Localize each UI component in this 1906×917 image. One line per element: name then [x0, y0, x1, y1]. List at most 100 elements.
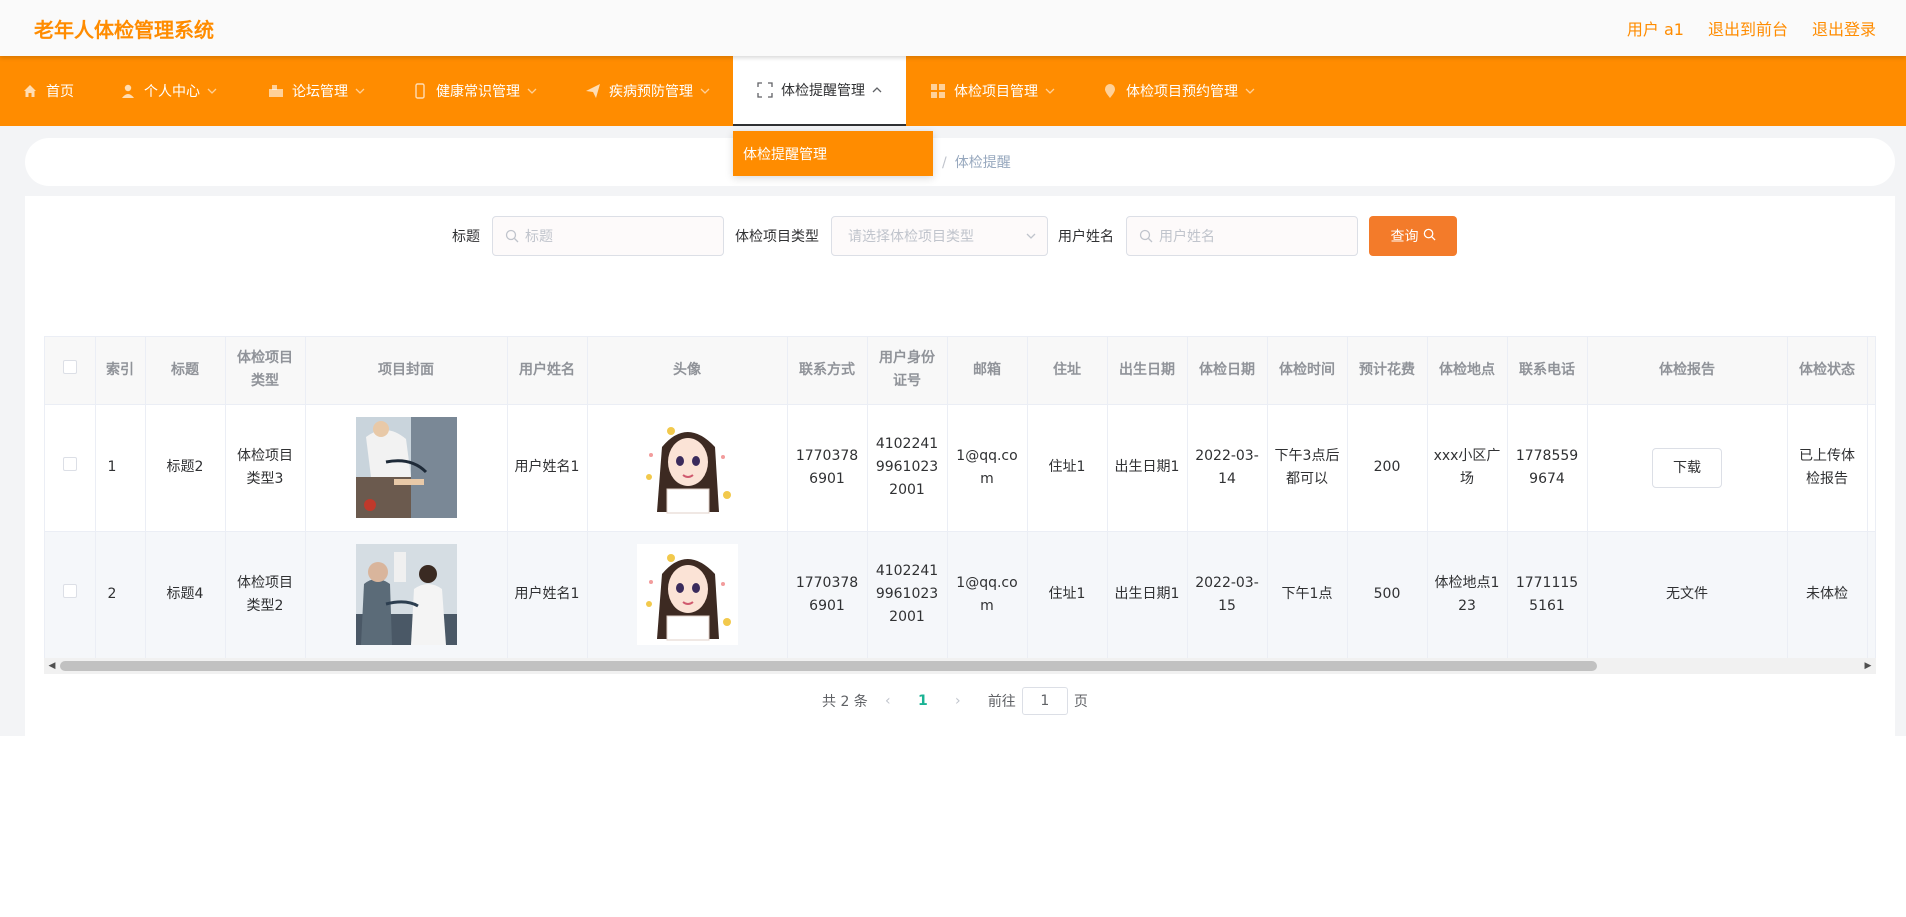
send-icon — [585, 83, 601, 99]
cell-avatar — [587, 404, 788, 532]
horizontal-scrollbar[interactable]: ◀ ▶ — [44, 658, 1876, 674]
type-select[interactable]: 请选择体检项目类型 — [831, 216, 1048, 256]
cell-type: 体检项目类型2 — [225, 531, 306, 659]
column-header: 联系方式 — [787, 337, 868, 405]
scrollbar-thumb[interactable] — [60, 661, 1597, 671]
nav-item-booking[interactable]: 体检项目预约管理 — [1102, 56, 1256, 126]
pagination: 共 2 条 ‹ 1 › 前往 1 页 — [822, 687, 1088, 715]
row-checkbox[interactable] — [62, 584, 77, 598]
select-all-cell[interactable] — [45, 337, 96, 405]
cell-exam-date: 2022-03-15 — [1187, 531, 1268, 659]
nav-item-health-knowledge[interactable]: 健康常识管理 — [412, 56, 538, 126]
nav-label: 体检提醒管理 — [781, 83, 865, 99]
type-label: 体检项目类型 — [735, 229, 819, 245]
query-button[interactable]: 查询 — [1369, 216, 1457, 256]
phone-icon — [412, 83, 428, 99]
column-header: 索引 — [95, 337, 146, 405]
cell-status: 未体检 — [1787, 531, 1868, 659]
cell-location: 体检地点123 — [1427, 531, 1508, 659]
page-number[interactable]: 1 — [908, 693, 938, 709]
select-all-checkbox[interactable] — [62, 359, 77, 374]
row-checkbox[interactable] — [62, 457, 77, 471]
column-header-extra — [1867, 337, 1875, 405]
location-icon — [1102, 83, 1118, 99]
column-header: 邮箱 — [947, 337, 1028, 405]
table-row: 2 标题4 体检项目类型2 用户姓名1 17703786901 41022419… — [45, 531, 1875, 659]
chevron-down-icon — [206, 85, 218, 97]
chevron-down-icon — [526, 85, 538, 97]
cell-cover — [305, 404, 508, 532]
title-placeholder: 标题 — [525, 229, 553, 245]
cell-birth: 出生日期1 — [1107, 404, 1188, 532]
cell-title: 标题4 — [145, 531, 226, 659]
chevron-down-icon — [1044, 85, 1056, 97]
scroll-left-arrow-icon[interactable]: ◀ — [44, 658, 60, 674]
nav-label: 体检项目管理 — [954, 84, 1038, 100]
cell-location: xxx小区广场 — [1427, 404, 1508, 532]
next-page-icon[interactable]: › — [938, 693, 978, 709]
top-links: 用户 a1 退出到前台 退出登录 — [1627, 16, 1876, 40]
search-icon — [1423, 228, 1436, 245]
breadcrumb-separator: / — [942, 155, 947, 171]
username-input[interactable]: 用户姓名 — [1126, 216, 1358, 256]
goto-page-input[interactable]: 1 — [1021, 687, 1068, 715]
column-header: 预计花费 — [1347, 337, 1428, 405]
column-header: 项目封面 — [305, 337, 508, 405]
cell-cost: 500 — [1347, 531, 1428, 659]
nav-label: 健康常识管理 — [436, 84, 520, 100]
nav-item-disease-prevention[interactable]: 疾病预防管理 — [585, 56, 711, 126]
scroll-right-arrow-icon[interactable]: ▶ — [1860, 658, 1876, 674]
user-placeholder: 用户姓名 — [1159, 229, 1215, 245]
cell-id-card: 410224199610232001 — [867, 404, 948, 532]
nav-label: 个人中心 — [144, 84, 200, 100]
cell-index: 2 — [95, 531, 146, 659]
column-header: 体检报告 — [1587, 337, 1788, 405]
nav-item-personal[interactable]: 个人中心 — [120, 56, 218, 126]
fullscreen-icon — [757, 82, 773, 98]
title-label: 标题 — [452, 229, 480, 245]
column-header: 联系电话 — [1507, 337, 1588, 405]
download-button[interactable]: 下载 — [1652, 447, 1722, 488]
cell-phone: 17703786901 — [787, 531, 868, 659]
cell-cover — [305, 531, 508, 659]
column-header: 头像 — [587, 337, 788, 405]
row-select-cell[interactable] — [45, 404, 96, 532]
forum-icon — [268, 83, 284, 99]
app-title: 老年人体检管理系统 — [34, 18, 214, 42]
page-suffix: 页 — [1073, 694, 1088, 710]
cell-id-card: 410224199610232001 — [867, 531, 948, 659]
home-icon — [22, 83, 38, 99]
grid-icon — [930, 83, 946, 99]
project-cover-image — [355, 417, 457, 518]
back-to-front-link[interactable]: 退出到前台 — [1708, 16, 1788, 40]
breadcrumb: / 体检提醒 — [942, 152, 1011, 172]
user-label: 用户姓名 — [1058, 229, 1114, 245]
chevron-down-icon — [354, 85, 366, 97]
table-row: 1 标题2 体检项目类型3 用户姓名1 17703786901 41022419… — [45, 404, 1875, 532]
type-placeholder: 请选择体检项目类型 — [848, 229, 974, 245]
column-header: 用户姓名 — [507, 337, 588, 405]
dropdown-item-reminder[interactable]: 体检提醒管理 — [733, 131, 933, 176]
nav-label: 论坛管理 — [292, 84, 348, 100]
cell-cost: 200 — [1347, 404, 1428, 532]
column-header: 体检地点 — [1427, 337, 1508, 405]
title-input[interactable]: 标题 — [492, 216, 724, 256]
nav-item-reminder[interactable]: 体检提醒管理 — [733, 56, 906, 126]
nav-label: 首页 — [46, 84, 74, 100]
nav-item-forum[interactable]: 论坛管理 — [268, 56, 366, 126]
cell-username: 用户姓名1 — [507, 531, 588, 659]
cell-email: 1@qq.com — [947, 404, 1028, 532]
cell-exam-time: 下午1点 — [1267, 531, 1348, 659]
nav-item-home[interactable]: 首页 — [22, 56, 74, 126]
cell-tel: 17785599674 — [1507, 404, 1588, 532]
user-icon — [120, 83, 136, 99]
prev-page-icon[interactable]: ‹ — [868, 693, 908, 709]
column-header: 体检项目类型 — [225, 337, 306, 405]
nav-item-project[interactable]: 体检项目管理 — [930, 56, 1056, 126]
search-icon — [1139, 229, 1153, 243]
cell-extra — [1867, 404, 1875, 532]
cell-exam-date: 2022-03-14 — [1187, 404, 1268, 532]
user-link[interactable]: 用户 a1 — [1627, 16, 1684, 40]
logout-link[interactable]: 退出登录 — [1812, 16, 1876, 40]
row-select-cell[interactable] — [45, 531, 96, 659]
